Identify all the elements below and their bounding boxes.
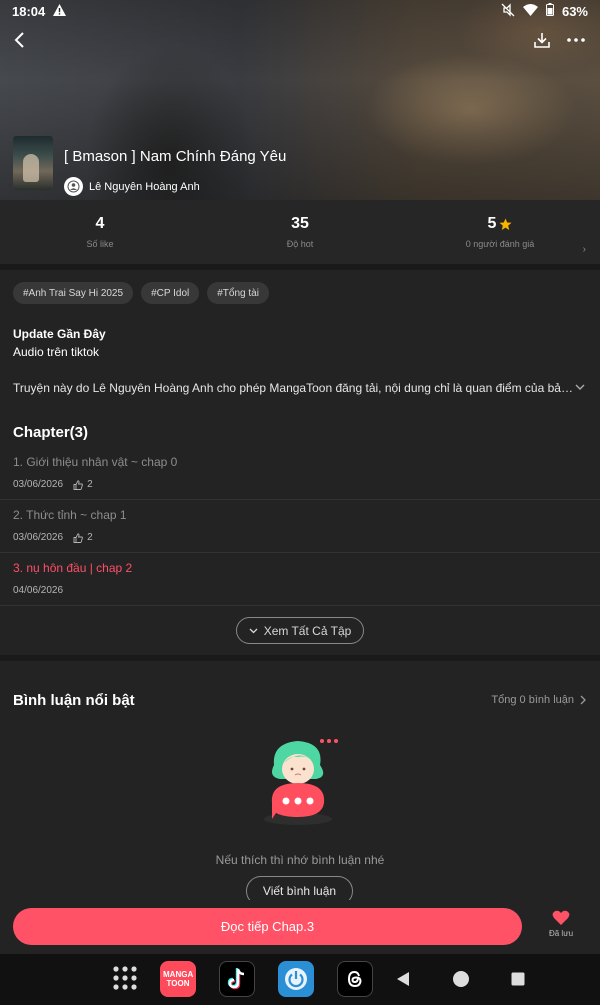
tag-item[interactable]: #Anh Trai Say Hi 2025 xyxy=(13,282,134,304)
status-bar: 18:04 63% xyxy=(0,0,600,22)
chevron-right-icon xyxy=(580,695,586,705)
thumbs-up-icon xyxy=(73,532,83,543)
heart-icon xyxy=(552,910,570,925)
stat-likes: 4 Số like xyxy=(0,200,200,264)
square-recents-icon xyxy=(511,972,525,986)
rating-label: 0 người đánh giá xyxy=(465,239,535,249)
chapter-item-current[interactable]: 3. nụ hôn đầu | chap 2 04/06/2026 xyxy=(0,553,600,606)
download-button[interactable] xyxy=(528,26,556,54)
chapter-name: 2. Thức tỉnh ~ chap 1 xyxy=(13,508,127,522)
divider xyxy=(0,655,600,661)
chapter-date: 04/06/2026 xyxy=(13,585,64,596)
rating-value: 5 xyxy=(487,215,497,232)
stats-bar: 4 Số like 35 Độ hot 5 0 người đánh giá › xyxy=(0,200,600,264)
expand-description-button[interactable] xyxy=(575,378,585,396)
chapter-item[interactable]: 1. Giới thiệu nhân vật ~ chap 0 03/06/20… xyxy=(0,447,600,500)
chevron-down-icon xyxy=(575,384,585,390)
author-name: Lê Nguyên Hoàng Anh xyxy=(89,180,200,193)
chapter-date: 03/06/2026 xyxy=(13,532,64,543)
update-title: Update Gần Đây xyxy=(13,327,106,341)
more-options-button[interactable] xyxy=(562,26,590,54)
description[interactable]: Truyện này do Lê Nguyên Hoàng Anh cho ph… xyxy=(13,381,573,395)
chapter-name: 3. nụ hôn đầu | chap 2 xyxy=(13,561,133,575)
manga-title: [ Bmason ] Nam Chính Đáng Yêu xyxy=(64,148,287,165)
hot-label: Độ hot xyxy=(286,239,314,249)
warning-icon xyxy=(53,3,67,19)
back-button[interactable] xyxy=(6,26,34,54)
comments-title: Bình luận nổi bật xyxy=(13,692,135,709)
bottom-action-bar: Đọc tiếp Chap.3 Đã lưu xyxy=(0,900,600,954)
chapters-header: Chapter(3) xyxy=(13,424,89,441)
battery-icon xyxy=(545,3,554,19)
comments-total-link[interactable]: Tổng 0 bình luận xyxy=(491,694,586,706)
author-info[interactable]: Lê Nguyên Hoàng Anh xyxy=(64,177,200,196)
chevron-down-icon xyxy=(249,628,258,633)
tiktok-icon xyxy=(227,968,245,990)
threads-icon xyxy=(347,970,362,988)
manga-banner xyxy=(0,0,600,200)
grid-icon xyxy=(113,966,137,990)
mute-icon xyxy=(501,2,515,20)
battery-level: 63% xyxy=(561,3,588,19)
tag-item[interactable]: #CP Idol xyxy=(141,282,200,304)
chevron-left-icon xyxy=(14,32,24,48)
see-all-label: Xem Tất Cả Tập xyxy=(263,623,352,638)
saved-button[interactable]: Đã lưu xyxy=(540,910,582,938)
system-navigation-bar: MANGA TOON xyxy=(0,954,600,1005)
power-icon xyxy=(285,968,307,990)
tag-item[interactable]: #Tổng tài xyxy=(207,282,269,304)
tiktok-app-icon[interactable] xyxy=(219,961,255,997)
update-text: Audio trên tiktok xyxy=(13,345,100,359)
comments-total: Tổng 0 bình luận xyxy=(491,694,574,706)
status-time: 18:04 xyxy=(12,3,46,19)
triangle-back-icon xyxy=(397,972,409,986)
circle-home-icon xyxy=(453,971,469,987)
chapter-name: 1. Giới thiệu nhân vật ~ chap 0 xyxy=(13,455,178,469)
chapter-likes: 2 xyxy=(87,479,93,490)
chevron-right-icon: › xyxy=(582,244,586,255)
tag-list: #Anh Trai Say Hi 2025 #CP Idol #Tổng tài xyxy=(13,282,269,304)
thumbs-up-icon xyxy=(73,479,83,490)
manga-cover[interactable] xyxy=(13,136,53,190)
recents-nav-button[interactable] xyxy=(511,972,525,986)
star-icon xyxy=(499,218,512,230)
likes-label: Số like xyxy=(86,239,114,249)
power-app-icon[interactable] xyxy=(278,961,314,997)
saved-label: Đã lưu xyxy=(548,929,574,938)
download-icon xyxy=(534,33,550,48)
chapter-likes: 2 xyxy=(87,532,93,543)
chapter-item[interactable]: 2. Thức tỉnh ~ chap 1 03/06/2026 2 xyxy=(0,500,600,553)
more-dots-icon xyxy=(567,38,585,42)
home-nav-button[interactable] xyxy=(452,970,470,988)
back-nav-button[interactable] xyxy=(396,971,410,987)
author-avatar xyxy=(64,177,83,196)
mangatoon-app-icon[interactable]: MANGA TOON xyxy=(160,961,196,997)
app-drawer-button[interactable] xyxy=(112,965,138,991)
see-all-chapters-button[interactable]: Xem Tất Cả Tập xyxy=(236,617,364,644)
threads-app-icon[interactable] xyxy=(337,961,373,997)
continue-reading-button[interactable]: Đọc tiếp Chap.3 xyxy=(13,908,522,945)
comment-mascot-illustration xyxy=(264,739,338,825)
divider xyxy=(0,264,600,270)
hot-count: 35 xyxy=(291,215,309,232)
comment-hint: Nếu thích thì nhớ bình luận nhé xyxy=(215,853,385,867)
likes-count: 4 xyxy=(95,215,105,232)
stat-rating[interactable]: 5 0 người đánh giá › xyxy=(400,200,600,264)
wifi-icon xyxy=(522,3,538,19)
stat-hot: 35 Độ hot xyxy=(200,200,400,264)
chapter-date: 03/06/2026 xyxy=(13,479,64,490)
mangatoon-logo-text: MANGA TOON xyxy=(163,970,194,988)
